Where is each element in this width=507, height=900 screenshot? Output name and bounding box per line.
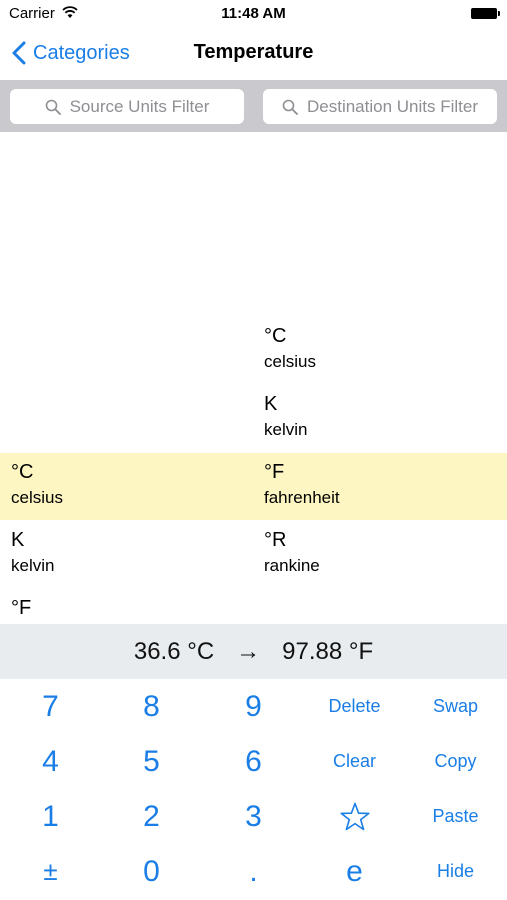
star-icon bbox=[339, 802, 370, 830]
unit-name: kelvin bbox=[11, 556, 55, 575]
key-4[interactable]: 4 bbox=[0, 734, 101, 789]
page-title: Temperature bbox=[193, 41, 314, 63]
clear-button[interactable]: Clear bbox=[304, 734, 405, 789]
unit-symbol: K bbox=[11, 529, 25, 551]
destination-unit-celsius[interactable]: °C celsius bbox=[264, 317, 494, 385]
delete-button[interactable]: Delete bbox=[304, 679, 405, 734]
exponent-key[interactable]: e bbox=[304, 844, 405, 899]
destination-unit-kelvin[interactable]: K kelvin bbox=[264, 385, 494, 453]
destination-unit-rankine[interactable]: °R rankine bbox=[264, 521, 494, 589]
unit-name: rankine bbox=[264, 556, 320, 575]
copy-button[interactable]: Copy bbox=[405, 734, 506, 789]
source-unit-picker[interactable]: °C celsius K kelvin °F bbox=[0, 132, 253, 624]
key-7[interactable]: 7 bbox=[0, 679, 101, 734]
navigation-bar: Categories Temperature bbox=[0, 28, 507, 78]
key-9[interactable]: 9 bbox=[203, 679, 304, 734]
paste-button[interactable]: Paste bbox=[405, 789, 506, 844]
key-0[interactable]: 0 bbox=[101, 844, 202, 899]
keypad: 7 8 9 Delete Swap 4 5 6 Clear Copy 1 2 3… bbox=[0, 679, 507, 900]
battery-icon bbox=[471, 8, 500, 19]
unit-symbol: °F bbox=[264, 461, 285, 483]
destination-unit-fahrenheit[interactable]: °F fahrenheit bbox=[264, 453, 494, 521]
key-5[interactable]: 5 bbox=[101, 734, 202, 789]
source-filter-placeholder: Source Units Filter bbox=[69, 96, 210, 116]
unit-name: celsius bbox=[264, 352, 316, 371]
key-1[interactable]: 1 bbox=[0, 789, 101, 844]
source-unit-fahrenheit[interactable]: °F bbox=[11, 589, 241, 624]
destination-units-filter[interactable]: Destination Units Filter bbox=[263, 89, 497, 124]
search-bar: Source Units Filter Destination Units Fi… bbox=[0, 80, 507, 132]
status-bar: Carrier 11:48 AM bbox=[0, 0, 507, 28]
key-3[interactable]: 3 bbox=[203, 789, 304, 844]
arrow-icon: → bbox=[236, 637, 261, 665]
key-2[interactable]: 2 bbox=[101, 789, 202, 844]
search-icon bbox=[45, 99, 61, 115]
conversion-result: 36.6 °C → 97.88 °F bbox=[0, 624, 507, 679]
source-unit-celsius[interactable]: °C celsius bbox=[11, 453, 241, 521]
status-time: 11:48 AM bbox=[221, 5, 286, 22]
source-units-filter[interactable]: Source Units Filter bbox=[10, 89, 244, 124]
unit-symbol: °R bbox=[264, 529, 287, 551]
destination-unit-picker[interactable]: °C celsius K kelvin °F fahrenheit °R ran… bbox=[253, 132, 507, 624]
source-unit-kelvin[interactable]: K kelvin bbox=[11, 521, 241, 589]
search-icon bbox=[282, 99, 298, 115]
unit-symbol: °C bbox=[11, 461, 34, 483]
input-value: 36.6 °C bbox=[133, 637, 215, 665]
unit-name: celsius bbox=[11, 488, 63, 507]
unit-name: kelvin bbox=[264, 420, 308, 439]
key-8[interactable]: 8 bbox=[101, 679, 202, 734]
unit-symbol: K bbox=[264, 393, 278, 415]
swap-button[interactable]: Swap bbox=[405, 679, 506, 734]
plus-minus-key[interactable]: ± bbox=[0, 844, 101, 899]
hide-button[interactable]: Hide bbox=[405, 844, 506, 899]
unit-symbol: °C bbox=[264, 325, 287, 347]
destination-filter-placeholder: Destination Units Filter bbox=[306, 96, 478, 116]
key-6[interactable]: 6 bbox=[203, 734, 304, 789]
favorite-button[interactable] bbox=[304, 789, 405, 844]
unit-name: fahrenheit bbox=[264, 488, 340, 507]
output-value: 97.88 °F bbox=[282, 637, 374, 665]
unit-symbol: °F bbox=[11, 597, 32, 619]
decimal-point-key[interactable]: . bbox=[203, 844, 304, 899]
